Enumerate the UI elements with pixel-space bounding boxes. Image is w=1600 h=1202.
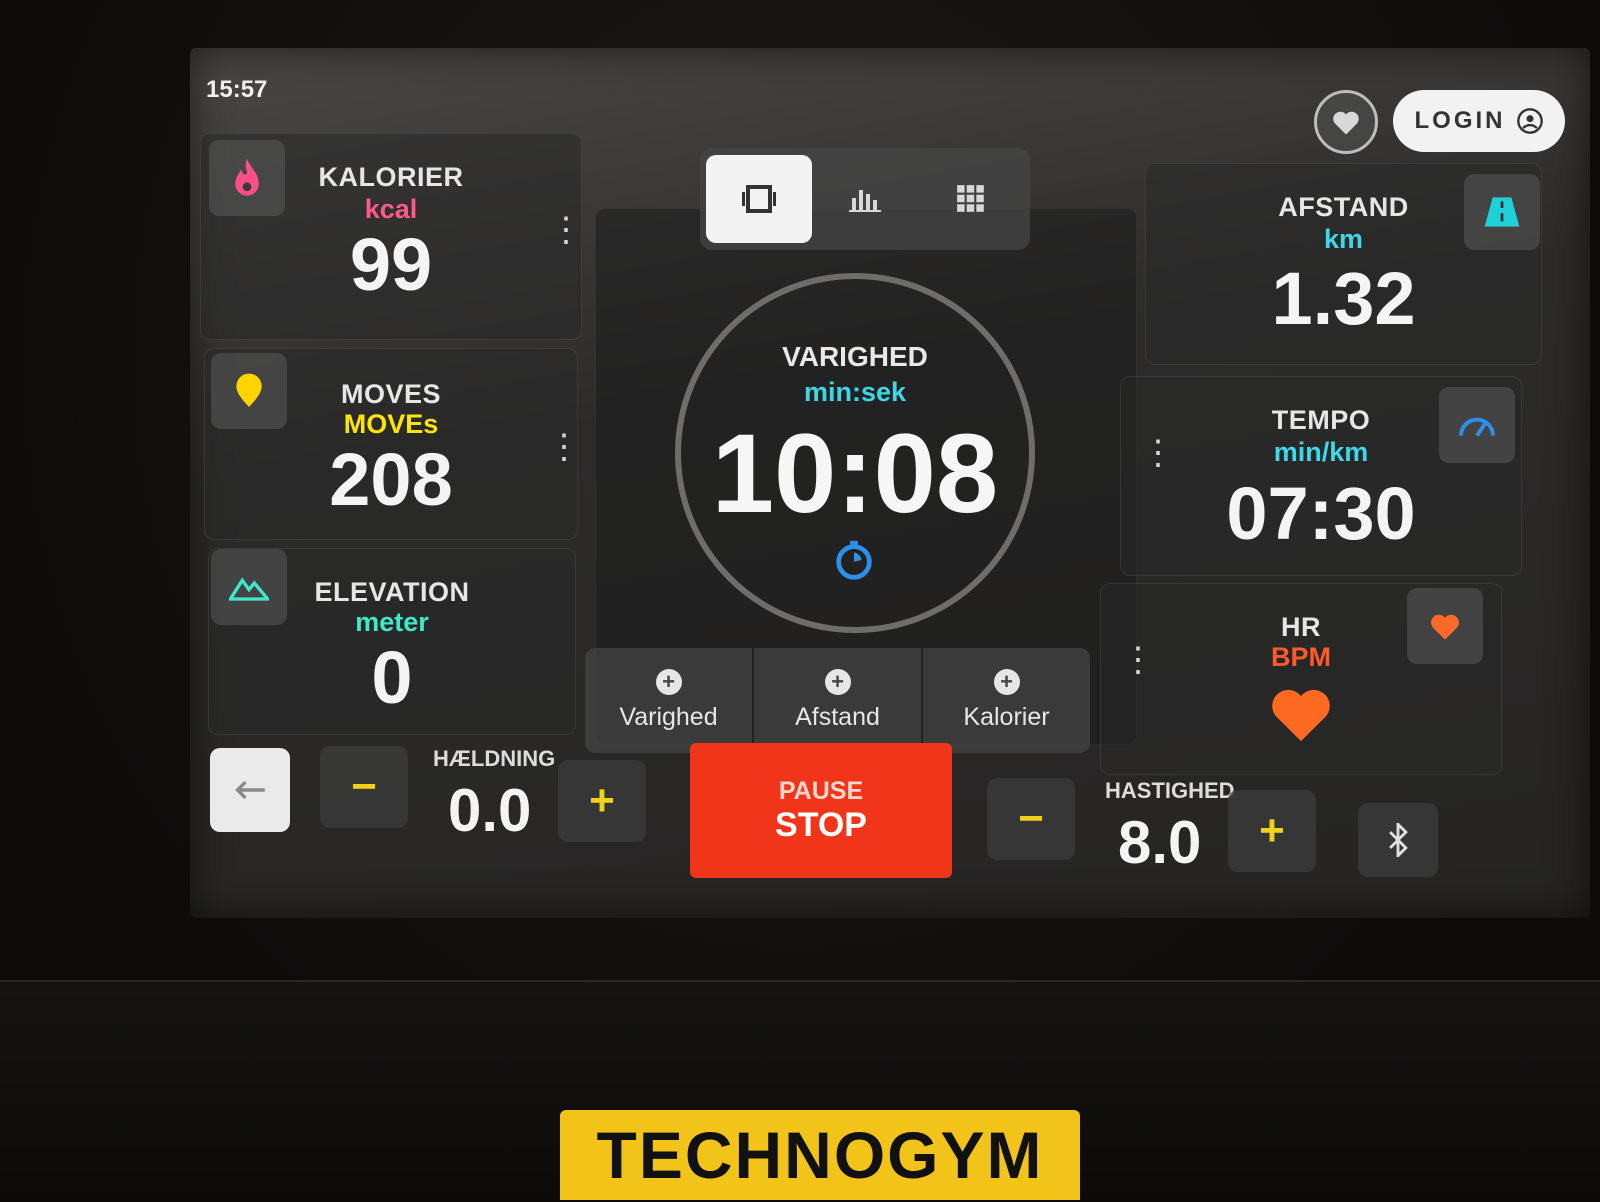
heart-rate-unit: BPM — [1271, 642, 1331, 672]
duration-unit: min:sek — [803, 377, 907, 407]
add-calories-label: Kalorier — [963, 703, 1050, 731]
logo-text: TECHNOGYM — [596, 1118, 1044, 1192]
pause-stop-button[interactable]: PAUSE STOP — [690, 743, 952, 878]
stop-label: STOP — [775, 805, 867, 844]
speed-decrease-button[interactable]: − — [987, 778, 1075, 860]
user-icon — [1516, 108, 1543, 134]
calories-menu-button[interactable]: ⋮ — [549, 213, 583, 247]
bluetooth-icon — [1389, 823, 1408, 857]
moves-tile[interactable]: MOVES MOVEs 208 ⋮ — [204, 348, 581, 540]
heart-rate-tile[interactable]: HR BPM ⋮ — [1100, 583, 1502, 775]
treadmill-screen: 15:57 LOGIN KALORIER kcal 99 ⋮ MOVES MOV… — [190, 48, 1590, 918]
pace-title: TEMPO — [1271, 405, 1371, 435]
heart-rate-title: HR — [1281, 612, 1321, 642]
back-button[interactable] — [210, 748, 290, 832]
arrow-left-icon — [235, 780, 265, 800]
elevation-unit: meter — [355, 607, 429, 637]
incline-value: 0.0 — [448, 777, 532, 844]
distance-tile[interactable]: AFSTAND km 1.32 — [1145, 163, 1542, 365]
grid-icon — [957, 185, 984, 212]
grid-view-tab[interactable] — [918, 155, 1024, 243]
heart-rate-heart-icon — [1272, 689, 1330, 742]
chart-view-tab[interactable] — [812, 155, 918, 243]
stopwatch-icon — [836, 540, 872, 580]
pause-label: PAUSE — [778, 776, 864, 805]
bar-chart-icon — [849, 190, 881, 212]
clock: 15:57 — [206, 76, 268, 103]
incline-decrease-button[interactable]: − — [320, 746, 408, 828]
moves-unit: MOVEs — [343, 409, 439, 439]
elevation-tile[interactable]: ELEVATION meter 0 — [208, 548, 576, 735]
moves-title: MOVES — [340, 379, 442, 409]
add-circle-icon: + — [824, 669, 851, 695]
add-distance-button[interactable]: + Afstand — [754, 648, 923, 753]
add-goal-row: + Varighed + Afstand + Kalorier — [585, 648, 1090, 753]
duration-value: 10:08 — [711, 411, 999, 536]
duration-title: VARIGHED — [782, 341, 928, 372]
heart-outline-icon — [1333, 111, 1359, 135]
elevation-title: ELEVATION — [314, 577, 470, 607]
bluetooth-button[interactable] — [1358, 803, 1438, 877]
calories-tile[interactable]: KALORIER kcal 99 ⋮ — [200, 133, 583, 340]
calories-title: KALORIER — [318, 162, 464, 192]
login-label: LOGIN — [1414, 107, 1506, 134]
calories-unit: kcal — [364, 194, 418, 224]
duration-dial: VARIGHED min:sek 10:08 — [675, 273, 1035, 633]
incline-increase-button[interactable]: + — [558, 760, 646, 842]
view-switcher — [700, 148, 1030, 250]
calories-value: 99 — [349, 223, 433, 306]
distance-unit: km — [1323, 224, 1364, 254]
pace-menu-button[interactable]: ⋮ — [1141, 436, 1175, 470]
moves-value: 208 — [329, 438, 453, 521]
speed-increase-button[interactable]: + — [1228, 790, 1316, 872]
pace-tile[interactable]: TEMPO min/km 07:30 ⋮ — [1120, 376, 1522, 576]
heart-rate-menu-button[interactable]: ⋮ — [1121, 643, 1155, 677]
moves-menu-button[interactable]: ⋮ — [547, 430, 581, 464]
distance-value: 1.32 — [1271, 257, 1416, 340]
single-view-icon — [742, 185, 776, 213]
timer-button[interactable] — [831, 537, 877, 588]
speed-label: HASTIGHED — [1105, 778, 1235, 803]
speed-value: 8.0 — [1118, 809, 1202, 876]
pace-value: 07:30 — [1226, 472, 1416, 555]
login-button[interactable]: LOGIN — [1393, 90, 1565, 152]
add-distance-label: Afstand — [795, 703, 880, 731]
add-circle-icon: + — [993, 669, 1020, 695]
elevation-value: 0 — [371, 636, 413, 719]
distance-title: AFSTAND — [1278, 192, 1409, 222]
add-circle-icon: + — [655, 669, 682, 695]
add-calories-button[interactable]: + Kalorier — [923, 648, 1090, 753]
add-duration-label: Varighed — [619, 703, 718, 731]
single-view-tab[interactable] — [706, 155, 812, 243]
add-duration-button[interactable]: + Varighed — [585, 648, 754, 753]
incline-label: HÆLDNING — [433, 746, 556, 771]
pace-unit: min/km — [1273, 437, 1369, 467]
favorite-button[interactable] — [1314, 90, 1378, 154]
technogym-logo: TECHNOGYM — [560, 1110, 1080, 1200]
